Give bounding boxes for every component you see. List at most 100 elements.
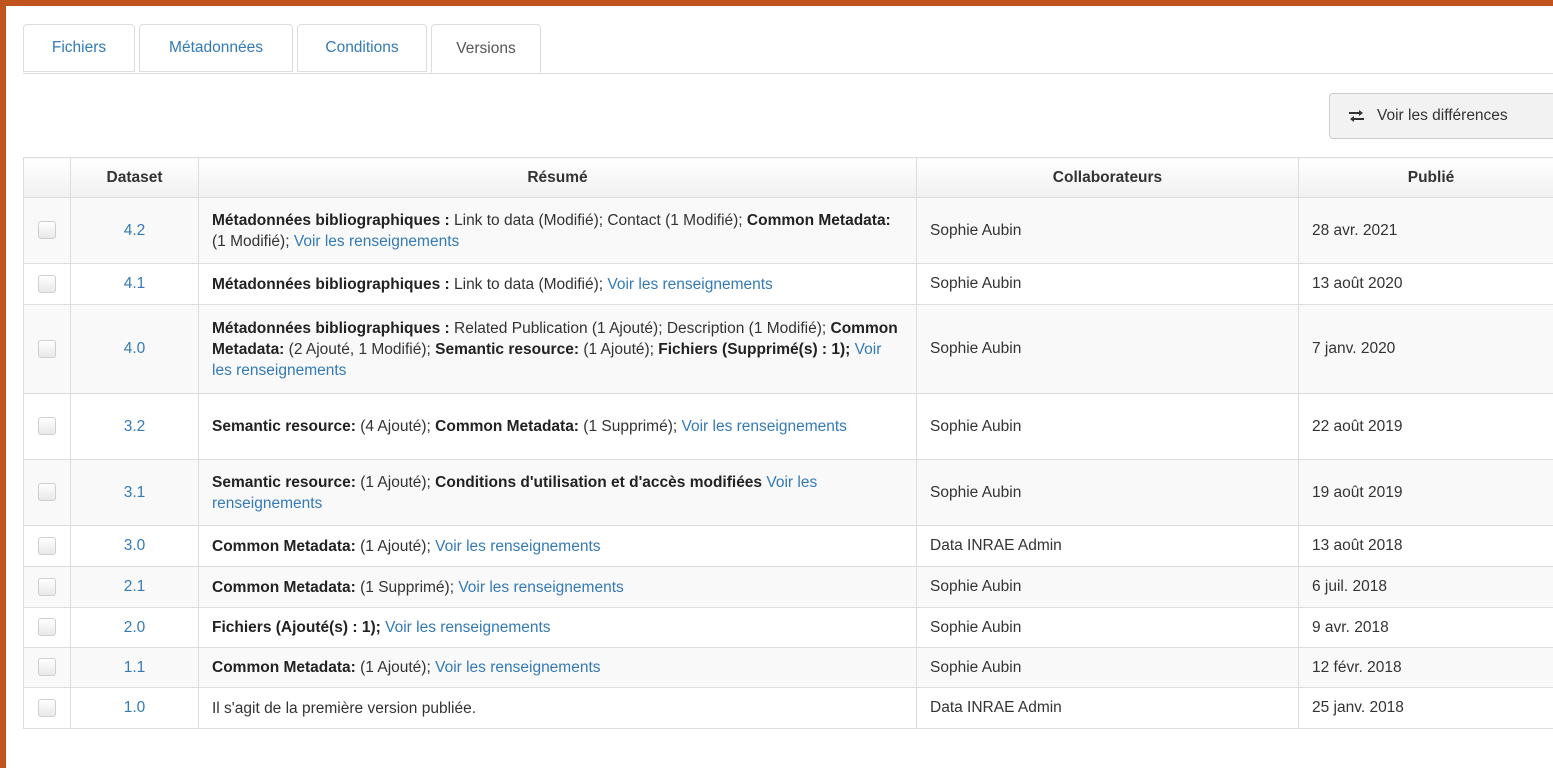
published-column-header: Publié <box>1298 157 1553 198</box>
summary-section-label: Semantic resource: <box>212 473 361 491</box>
contributor-cell: Sophie Aubin <box>916 197 1299 264</box>
summary-text: (2 Ajouté, 1 Modifié); <box>288 340 436 358</box>
row-select-cell <box>23 647 71 688</box>
row-select-checkbox[interactable] <box>38 339 56 358</box>
view-details-link[interactable]: Voir les renseignements <box>294 233 459 250</box>
view-details-link[interactable]: Voir les renseignements <box>458 579 623 596</box>
summary-cell: Fichiers (Ajouté(s) : 1); Voir les rense… <box>198 607 917 648</box>
summary-cell: Métadonnées bibliographiques : Link to d… <box>198 197 917 264</box>
table-row: 3.1 Semantic resource: (1 Ajouté); Condit… <box>23 459 1553 526</box>
dataset-version-link[interactable]: 2.1 <box>70 566 199 608</box>
summary-cell: Common Metadata: (1 Supprimé); Voir les … <box>198 566 917 608</box>
row-select-cell <box>23 197 71 264</box>
summary-text: Link to data (Modifié); Contact (1 Modif… <box>454 211 747 229</box>
versions-table: Dataset Résumé Collaborateurs Publié 4.2… <box>23 157 1553 729</box>
row-select-checkbox[interactable] <box>38 618 56 637</box>
published-date-cell: 6 juil. 2018 <box>1298 566 1553 608</box>
published-date-cell: 22 août 2019 <box>1298 393 1553 460</box>
compare-versions-label: Voir les différences <box>1377 107 1508 124</box>
published-date-cell: 13 août 2018 <box>1298 525 1553 567</box>
table-row: 3.2 Semantic resource: (4 Ajouté); Common… <box>23 393 1553 460</box>
summary-section-label: Common Metadata: <box>212 537 361 555</box>
dataset-version-link[interactable]: 3.2 <box>70 393 199 460</box>
dataset-version-link[interactable]: 4.2 <box>70 197 199 264</box>
published-date-cell: 7 janv. 2020 <box>1298 304 1553 394</box>
summary-text: (1 Ajouté); <box>583 340 659 358</box>
row-select-cell <box>23 687 71 729</box>
summary-section-label: Métadonnées bibliographiques : <box>212 211 454 229</box>
summary-text: (1 Modifié); <box>212 232 294 250</box>
dataset-version-link[interactable]: 3.0 <box>70 525 199 567</box>
view-details-link[interactable]: Voir les renseignements <box>385 619 550 636</box>
row-select-cell <box>23 607 71 648</box>
summary-section-label: Conditions d'utilisation et d'accès modi… <box>435 473 767 491</box>
dataset-version-link[interactable]: 2.0 <box>70 607 199 648</box>
summary-section-label: Common Metadata: <box>435 418 584 435</box>
view-details-link[interactable]: Voir les renseignements <box>607 276 772 293</box>
row-select-checkbox[interactable] <box>38 577 56 596</box>
tab-bar: Fichiers Métadonnées Conditions Versions <box>23 24 1553 74</box>
published-date-cell: 28 avr. 2021 <box>1298 197 1553 264</box>
row-select-checkbox[interactable] <box>38 274 56 293</box>
summary-cell: Common Metadata: (1 Ajouté); Voir les re… <box>198 525 917 567</box>
published-date-cell: 19 août 2019 <box>1298 459 1553 526</box>
summary-section-label: Semantic resource: <box>435 340 584 358</box>
row-select-checkbox[interactable] <box>38 658 56 677</box>
summary-text: Il s'agit de la première version publiée… <box>212 699 477 717</box>
view-details-link[interactable]: Voir les renseignements <box>435 538 600 555</box>
compare-versions-button[interactable]: Voir les différences <box>1329 93 1553 139</box>
dataset-version-link[interactable]: 4.0 <box>70 304 199 394</box>
row-select-checkbox[interactable] <box>38 536 56 555</box>
summary-column-header: Résumé <box>198 157 917 198</box>
dataset-version-link[interactable]: 1.0 <box>70 687 199 729</box>
tab-fichiers[interactable]: Fichiers <box>23 24 135 72</box>
summary-text: (4 Ajouté); <box>360 418 436 435</box>
contributor-cell: Sophie Aubin <box>916 263 1299 305</box>
summary-section-label: Métadonnées bibliographiques : <box>212 319 454 337</box>
dataset-version-link[interactable]: 4.1 <box>70 263 199 305</box>
summary-section-label: Fichiers (Ajouté(s) : 1); <box>212 619 386 636</box>
summary-cell: Common Metadata: (1 Ajouté); Voir les re… <box>198 647 917 688</box>
row-select-checkbox[interactable] <box>38 221 56 240</box>
tab-conditions[interactable]: Conditions <box>297 24 427 72</box>
row-select-cell <box>23 525 71 567</box>
table-row: 4.1 Métadonnées bibliographiques : Link t… <box>23 263 1553 305</box>
summary-cell: Métadonnées bibliographiques : Link to d… <box>198 263 917 305</box>
published-date-cell: 9 avr. 2018 <box>1298 607 1553 648</box>
row-select-checkbox[interactable] <box>38 698 56 717</box>
row-select-cell <box>23 263 71 305</box>
summary-text: (1 Ajouté); <box>360 473 436 491</box>
table-row: 4.2 Métadonnées bibliographiques : Link t… <box>23 197 1553 264</box>
summary-cell: Métadonnées bibliographiques : Related P… <box>198 304 917 394</box>
summary-text: (1 Ajouté); <box>360 659 436 676</box>
row-select-checkbox[interactable] <box>38 483 56 502</box>
published-date-cell: 25 janv. 2018 <box>1298 687 1553 729</box>
table-row: 4.0 Métadonnées bibliographiques : Relate… <box>23 304 1553 394</box>
table-row: 3.0 Common Metadata: (1 Ajouté); Voir les… <box>23 525 1553 567</box>
table-row: 1.0 Il s'agit de la première version publ… <box>23 687 1553 729</box>
view-details-link[interactable]: Voir les renseignements <box>435 659 600 676</box>
view-details-link[interactable]: Voir les renseignements <box>681 418 846 435</box>
tab-label: Métadonnées <box>169 39 263 56</box>
summary-text: Related Publication (1 Ajouté); Descript… <box>454 319 831 337</box>
tab-label: Fichiers <box>51 39 107 56</box>
dataset-version-link[interactable]: 1.1 <box>70 647 199 688</box>
dataset-version-link[interactable]: 3.1 <box>70 459 199 526</box>
row-select-cell <box>23 566 71 608</box>
summary-section-label: Métadonnées bibliographiques : <box>212 275 454 293</box>
tab-versions[interactable]: Versions <box>431 24 541 73</box>
summary-text: Link to data (Modifié); <box>454 275 608 293</box>
checkbox-column-header <box>23 157 71 198</box>
table-header-row: Dataset Résumé Collaborateurs Publié <box>23 157 1553 198</box>
tab-label: Conditions <box>325 39 399 56</box>
summary-section-label: Common Metadata: <box>212 659 361 676</box>
contributor-cell: Data INRAE Admin <box>916 525 1299 567</box>
contributor-cell: Sophie Aubin <box>916 304 1299 394</box>
swap-arrows-icon <box>1349 110 1364 122</box>
summary-text: (1 Ajouté); <box>360 537 436 555</box>
contributor-cell: Sophie Aubin <box>916 566 1299 608</box>
row-select-checkbox[interactable] <box>38 417 56 436</box>
tab-metadonnees[interactable]: Métadonnées <box>139 24 293 72</box>
summary-section-label: Common Metadata: <box>212 578 361 596</box>
row-select-cell <box>23 304 71 394</box>
